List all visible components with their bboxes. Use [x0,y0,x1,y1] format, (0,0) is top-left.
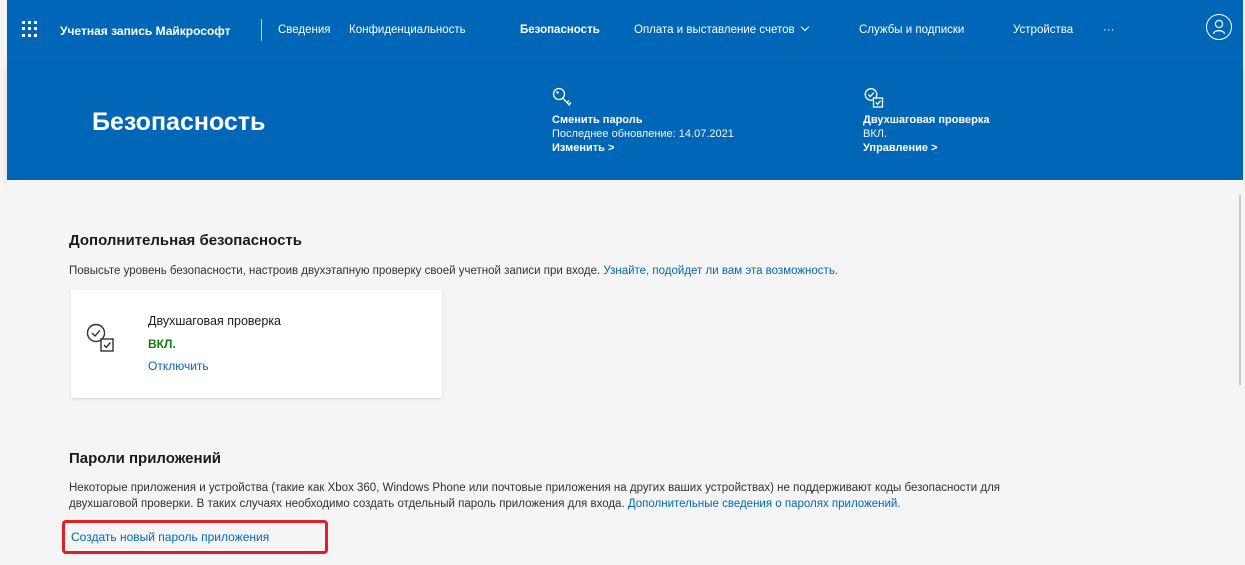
app-passwords-text-line2-wrap: двухшаговой проверки. В таких случаях не… [69,496,1234,512]
app-passwords-more-link[interactable]: Дополнительные сведения о паролях прилож… [628,498,901,510]
nav-item-security[interactable]: Безопасность [520,24,600,36]
nav-more-button[interactable]: ··· [1103,24,1115,36]
app-passwords-text: Некоторые приложения и устройства (такие… [69,480,1234,512]
nav-item-billing-label: Оплата и выставление счетов [634,24,795,36]
verification-icon [863,87,990,113]
verification-icon [85,322,119,361]
status-badge: ВКЛ. [148,337,176,351]
change-password-title: Сменить пароль [552,114,643,126]
hero-banner: Безопасность Сменить пароль Последнее об… [7,63,1243,180]
change-password-link[interactable]: Изменить > [552,141,734,155]
password-last-updated: Последнее обновление: 14.07.2021 [552,128,734,140]
app-passwords-text-line2: двухшаговой проверки. В таких случаях не… [69,498,625,510]
nav-divider [261,19,262,41]
two-step-status: ВКЛ. [863,128,888,140]
chevron-down-icon [800,22,809,32]
person-icon [1212,19,1226,35]
two-step-block: Двухшаговая проверка ВКЛ. Управление > [863,87,990,155]
avatar[interactable] [1206,14,1232,40]
page-title: Безопасность [92,108,266,136]
top-nav: Учетная запись Майкрософт Сведения Конфи… [7,0,1243,63]
manage-two-step-link[interactable]: Управление > [863,141,990,155]
app-passwords-title: Пароли приложений [69,450,222,467]
learn-more-link[interactable]: Узнайте, подойдет ли вам эта возможность… [603,265,838,277]
additional-security-text: Повысьте уровень безопасности, настроив … [69,263,838,279]
two-step-card: Двухшаговая проверка ВКЛ. Отключить [71,290,442,398]
additional-security-description: Повысьте уровень безопасности, настроив … [69,265,601,277]
brand-title[interactable]: Учетная запись Майкрософт [60,24,231,38]
additional-security-title: Дополнительная безопасность [69,232,302,249]
disable-two-step-link[interactable]: Отключить [148,359,209,373]
card-title: Двухшаговая проверка [148,314,282,328]
main-content: Дополнительная безопасность Повысьте уро… [7,180,1243,565]
key-icon [552,87,734,113]
app-passwords-text-line1: Некоторые приложения и устройства (такие… [69,482,1001,494]
nav-item-privacy[interactable]: Конфиденциальность [349,24,466,36]
scrollbar[interactable] [1239,195,1241,385]
nav-item-devices[interactable]: Устройства [1013,24,1073,36]
two-step-title: Двухшаговая проверка [863,114,990,126]
nav-item-billing[interactable]: Оплата и выставление счетов [634,22,809,36]
change-password-block: Сменить пароль Последнее обновление: 14.… [552,87,734,155]
waffle-icon[interactable] [22,21,38,37]
create-app-password-link[interactable]: Создать новый пароль приложения [71,530,269,544]
app-frame: Учетная запись Майкрософт Сведения Конфи… [0,0,1245,565]
nav-item-services[interactable]: Службы и подписки [859,24,964,36]
nav-item-info[interactable]: Сведения [278,24,331,36]
create-app-password-highlight: Создать новый пароль приложения [62,520,328,554]
